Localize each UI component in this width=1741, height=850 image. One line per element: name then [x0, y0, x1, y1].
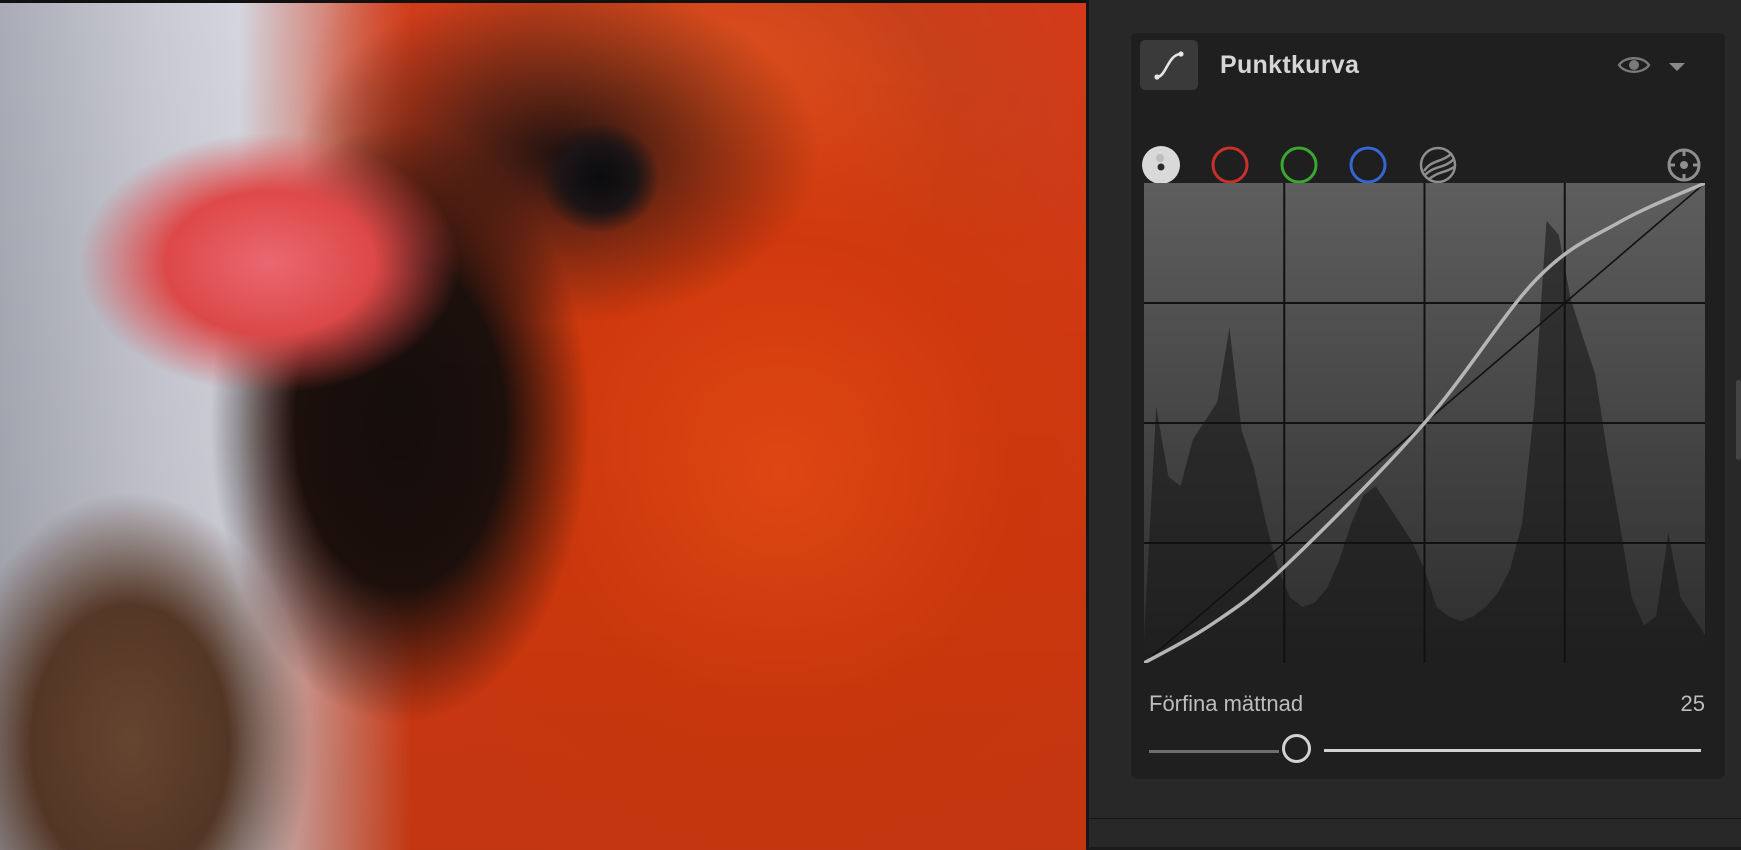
tone-curve-editor[interactable] [1143, 181, 1706, 665]
refine-saturation-slider[interactable] [1149, 733, 1701, 769]
scrollbar[interactable] [1736, 380, 1741, 460]
panel-header: Punktkurva [1131, 33, 1725, 99]
chevron-down-icon[interactable] [1667, 60, 1687, 78]
refine-saturation-label: Förfina mättnad [1149, 691, 1304, 716]
slider-track-left [1149, 750, 1279, 753]
eye-icon[interactable] [1617, 53, 1651, 82]
curve-graph[interactable] [1143, 181, 1706, 665]
panel-title: Punktkurva [1220, 51, 1360, 79]
selected-channel-indicator [1156, 154, 1164, 162]
refine-saturation-value[interactable]: 25 [1681, 691, 1705, 717]
photo-preview [0, 0, 1086, 850]
adjustment-panel: Punktkurva Förfina mättnad 25 [1086, 0, 1741, 847]
slider-thumb[interactable] [1282, 734, 1311, 763]
curve-icon[interactable] [1140, 40, 1198, 90]
point-curve-card: Punktkurva Förfina mättnad 25 [1131, 33, 1725, 779]
slider-track-right [1324, 749, 1701, 752]
panel-divider [1089, 818, 1741, 819]
